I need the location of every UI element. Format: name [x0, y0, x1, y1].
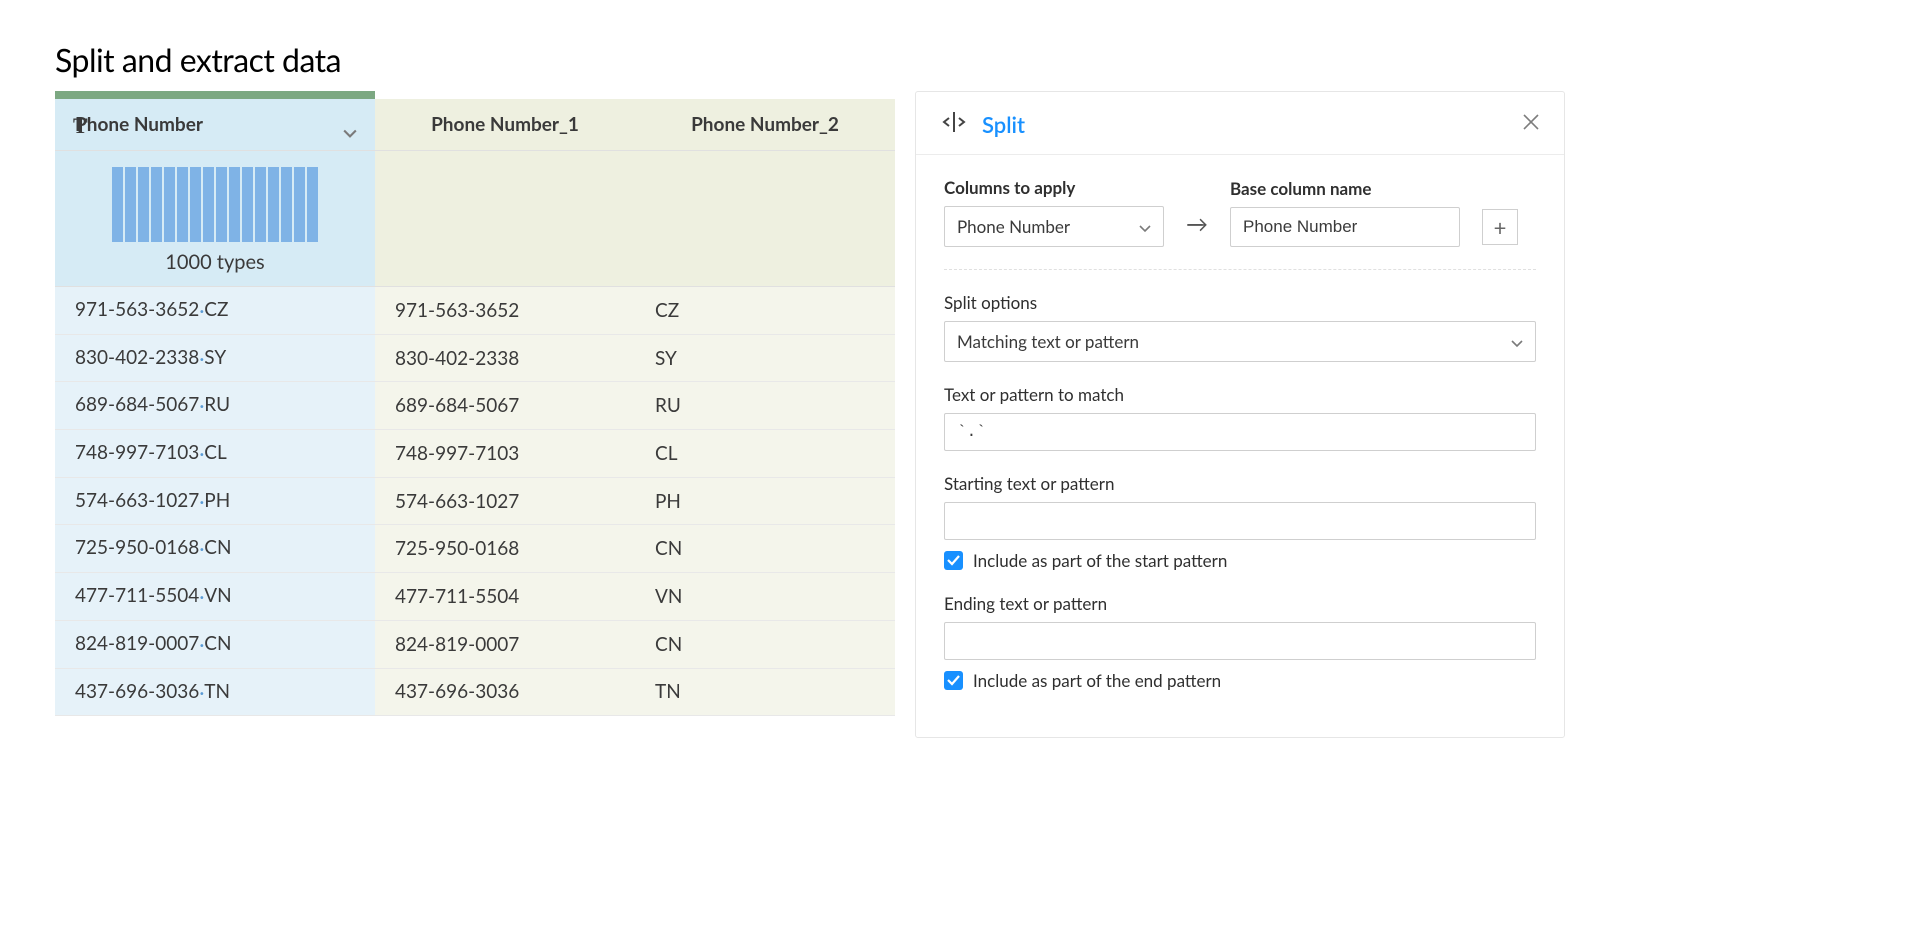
types-count: 1000 types: [55, 250, 375, 274]
chevron-down-icon: [1511, 331, 1523, 352]
column-header-phone-number-2[interactable]: Phone Number_2: [635, 99, 895, 151]
pattern-label: Text or pattern to match: [944, 384, 1536, 405]
table-row[interactable]: 830-402-2338·SY830-402-2338SY: [55, 334, 895, 382]
ending-pattern-input[interactable]: [944, 622, 1536, 660]
include-start-checkbox[interactable]: [944, 551, 963, 570]
ending-pattern-label: Ending text or pattern: [944, 593, 1536, 614]
table-row[interactable]: 971-563-3652·CZ971-563-3652CZ: [55, 287, 895, 335]
split-options-label: Split options: [944, 292, 1536, 313]
close-button[interactable]: [1522, 113, 1540, 135]
column-header-phone-number[interactable]: T Phone Number: [55, 99, 375, 151]
data-table: T Phone Number Phone Number_1 Phone Numb…: [55, 91, 895, 738]
base-column-label: Base column name: [1230, 178, 1460, 199]
include-start-label: Include as part of the start pattern: [973, 550, 1227, 571]
include-end-checkbox[interactable]: [944, 671, 963, 690]
column-quality-bar: [55, 91, 375, 99]
pattern-input[interactable]: [944, 413, 1536, 451]
split-icon: [940, 108, 968, 140]
chevron-down-icon[interactable]: [343, 121, 357, 144]
panel-title: Split: [982, 111, 1025, 138]
table-row[interactable]: 574-663-1027·PH574-663-1027PH: [55, 477, 895, 525]
text-type-icon: T: [73, 113, 88, 139]
base-column-input[interactable]: [1230, 207, 1460, 247]
table-row[interactable]: 725-950-0168·CN725-950-0168CN: [55, 525, 895, 573]
arrow-right-icon: →: [1186, 210, 1208, 247]
table-row[interactable]: 477-711-5504·VN477-711-5504VN: [55, 573, 895, 621]
split-options-select[interactable]: Matching text or pattern: [944, 321, 1536, 362]
table-row[interactable]: 437-696-3036·TN437-696-3036TN: [55, 668, 895, 716]
page-title: Split and extract data: [55, 40, 1917, 79]
table-row[interactable]: 689-684-5067·RU689-684-5067RU: [55, 382, 895, 430]
starting-pattern-label: Starting text or pattern: [944, 473, 1536, 494]
starting-pattern-input[interactable]: [944, 502, 1536, 540]
columns-to-apply-select[interactable]: Phone Number: [944, 206, 1164, 247]
chevron-down-icon: [1139, 216, 1151, 237]
columns-to-apply-label: Columns to apply: [944, 177, 1164, 198]
split-panel: Split Columns to apply Phone Number → Ba…: [915, 91, 1565, 738]
table-row[interactable]: 824-819-0007·CN824-819-0007CN: [55, 620, 895, 668]
histogram: [55, 167, 375, 242]
include-end-label: Include as part of the end pattern: [973, 670, 1221, 691]
add-column-button[interactable]: +: [1482, 209, 1518, 245]
column-header-phone-number-1[interactable]: Phone Number_1: [375, 99, 635, 151]
table-row[interactable]: 748-997-7103·CL748-997-7103CL: [55, 430, 895, 478]
